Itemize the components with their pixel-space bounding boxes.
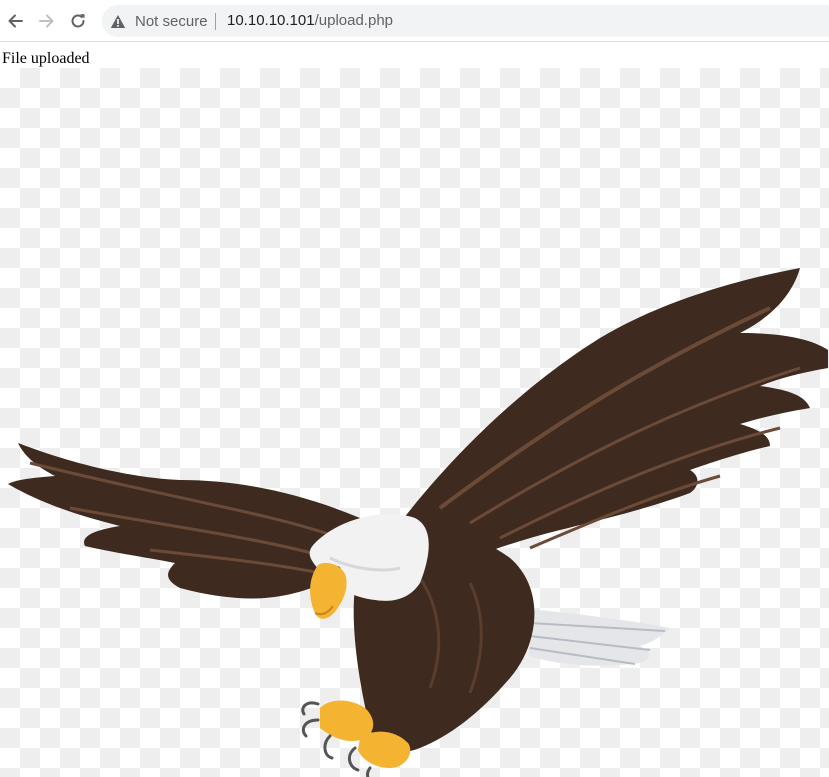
- security-indicator[interactable]: Not secure: [110, 5, 208, 37]
- url-host: 10.10.10.101: [227, 12, 315, 29]
- browser-toolbar: Not secure 10.10.10.101/upload.php: [0, 0, 829, 42]
- forward-button[interactable]: [32, 7, 60, 35]
- warning-triangle-icon: [110, 14, 126, 28]
- omnibox-divider: [215, 13, 216, 30]
- eagle-illustration: [8, 268, 828, 777]
- url-path: /upload.php: [314, 12, 393, 29]
- url-text[interactable]: 10.10.10.101/upload.php: [227, 5, 393, 37]
- upload-status-message: File uploaded: [2, 50, 90, 67]
- uploaded-eagle-image: [0, 68, 829, 777]
- arrow-right-icon: [39, 14, 54, 28]
- address-bar[interactable]: Not secure 10.10.10.101/upload.php: [102, 5, 829, 37]
- reload-button[interactable]: [64, 7, 92, 35]
- arrow-left-icon: [8, 14, 23, 28]
- page-content: File uploaded: [0, 42, 829, 777]
- reload-icon: [71, 14, 85, 28]
- back-button[interactable]: [2, 7, 30, 35]
- security-label: Not secure: [135, 12, 208, 30]
- eagle-left-wing: [8, 443, 361, 599]
